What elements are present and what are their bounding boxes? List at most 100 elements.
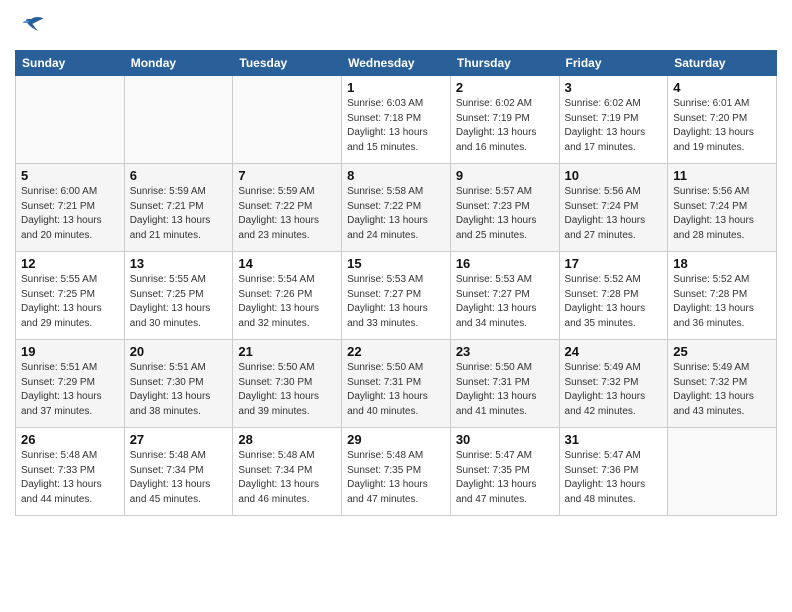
day-info: Sunrise: 6:00 AMSunset: 7:21 PMDaylight:… [21,185,119,243]
day-number: 20 [130,344,228,359]
day-info: Sunrise: 5:55 AMSunset: 7:25 PMDaylight:… [130,273,228,331]
day-number: 29 [347,432,445,447]
day-number: 22 [347,344,445,359]
day-number: 11 [673,168,771,183]
day-info: Sunrise: 5:48 AMSunset: 7:33 PMDaylight:… [21,449,119,507]
calendar-week-5: 26Sunrise: 5:48 AMSunset: 7:33 PMDayligh… [16,428,777,516]
header-wednesday: Wednesday [342,51,451,76]
day-info: Sunrise: 6:03 AMSunset: 7:18 PMDaylight:… [347,97,445,155]
day-info: Sunrise: 5:57 AMSunset: 7:23 PMDaylight:… [456,185,554,243]
calendar-cell: 6 Sunrise: 5:59 AMSunset: 7:21 PMDaylight… [124,164,233,252]
page-header [15,10,777,42]
day-number: 8 [347,168,445,183]
day-info: Sunrise: 5:52 AMSunset: 7:28 PMDaylight:… [673,273,771,331]
day-info: Sunrise: 5:52 AMSunset: 7:28 PMDaylight:… [565,273,663,331]
day-number: 1 [347,80,445,95]
day-info: Sunrise: 5:49 AMSunset: 7:32 PMDaylight:… [565,361,663,419]
header-saturday: Saturday [668,51,777,76]
day-info: Sunrise: 5:51 AMSunset: 7:30 PMDaylight:… [130,361,228,419]
calendar-cell [233,76,342,164]
day-number: 17 [565,256,663,271]
calendar-cell: 24 Sunrise: 5:49 AMSunset: 7:32 PMDayligh… [559,340,668,428]
day-info: Sunrise: 5:56 AMSunset: 7:24 PMDaylight:… [565,185,663,243]
day-number: 25 [673,344,771,359]
day-number: 7 [238,168,336,183]
day-info: Sunrise: 5:53 AMSunset: 7:27 PMDaylight:… [347,273,445,331]
day-number: 10 [565,168,663,183]
day-number: 21 [238,344,336,359]
header-thursday: Thursday [450,51,559,76]
day-number: 16 [456,256,554,271]
calendar-cell: 18 Sunrise: 5:52 AMSunset: 7:28 PMDayligh… [668,252,777,340]
day-number: 4 [673,80,771,95]
calendar-week-4: 19 Sunrise: 5:51 AMSunset: 7:29 PMDayligh… [16,340,777,428]
day-info: Sunrise: 6:02 AMSunset: 7:19 PMDaylight:… [565,97,663,155]
day-info: Sunrise: 5:48 AMSunset: 7:34 PMDaylight:… [238,449,336,507]
calendar-week-3: 12 Sunrise: 5:55 AMSunset: 7:25 PMDayligh… [16,252,777,340]
calendar-cell: 2 Sunrise: 6:02 AMSunset: 7:19 PMDaylight… [450,76,559,164]
calendar-cell: 23Sunrise: 5:50 AMSunset: 7:31 PMDayligh… [450,340,559,428]
day-number: 3 [565,80,663,95]
logo [15,15,45,42]
calendar-cell: 17 Sunrise: 5:52 AMSunset: 7:28 PMDayligh… [559,252,668,340]
header-tuesday: Tuesday [233,51,342,76]
calendar-cell: 30 Sunrise: 5:47 AMSunset: 7:35 PMDayligh… [450,428,559,516]
day-info: Sunrise: 5:51 AMSunset: 7:29 PMDaylight:… [21,361,119,419]
day-number: 18 [673,256,771,271]
day-number: 6 [130,168,228,183]
calendar-cell: 5 Sunrise: 6:00 AMSunset: 7:21 PMDaylight… [16,164,125,252]
day-info: Sunrise: 5:54 AMSunset: 7:26 PMDaylight:… [238,273,336,331]
day-info: Sunrise: 6:02 AMSunset: 7:19 PMDaylight:… [456,97,554,155]
calendar-cell: 21 Sunrise: 5:50 AMSunset: 7:30 PMDayligh… [233,340,342,428]
calendar-week-2: 5 Sunrise: 6:00 AMSunset: 7:21 PMDaylight… [16,164,777,252]
day-number: 28 [238,432,336,447]
calendar-cell [668,428,777,516]
day-info: Sunrise: 5:53 AMSunset: 7:27 PMDaylight:… [456,273,554,331]
calendar-cell: 26Sunrise: 5:48 AMSunset: 7:33 PMDayligh… [16,428,125,516]
day-info: Sunrise: 5:55 AMSunset: 7:25 PMDaylight:… [21,273,119,331]
day-number: 14 [238,256,336,271]
day-info: Sunrise: 5:50 AMSunset: 7:30 PMDaylight:… [238,361,336,419]
header-monday: Monday [124,51,233,76]
calendar-cell: 31 Sunrise: 5:47 AMSunset: 7:36 PMDayligh… [559,428,668,516]
day-number: 30 [456,432,554,447]
day-info: Sunrise: 5:48 AMSunset: 7:34 PMDaylight:… [130,449,228,507]
day-info: Sunrise: 5:48 AMSunset: 7:35 PMDaylight:… [347,449,445,507]
day-info: Sunrise: 5:56 AMSunset: 7:24 PMDaylight:… [673,185,771,243]
day-info: Sunrise: 5:47 AMSunset: 7:36 PMDaylight:… [565,449,663,507]
day-number: 31 [565,432,663,447]
day-number: 5 [21,168,119,183]
calendar-cell: 29 Sunrise: 5:48 AMSunset: 7:35 PMDayligh… [342,428,451,516]
day-number: 19 [21,344,119,359]
day-info: Sunrise: 5:50 AMSunset: 7:31 PMDaylight:… [347,361,445,419]
day-number: 15 [347,256,445,271]
day-number: 12 [21,256,119,271]
calendar-cell [124,76,233,164]
calendar-cell: 7Sunrise: 5:59 AMSunset: 7:22 PMDaylight… [233,164,342,252]
calendar-cell: 27 Sunrise: 5:48 AMSunset: 7:34 PMDayligh… [124,428,233,516]
day-info: Sunrise: 5:50 AMSunset: 7:31 PMDaylight:… [456,361,554,419]
calendar-cell: 22 Sunrise: 5:50 AMSunset: 7:31 PMDayligh… [342,340,451,428]
day-number: 2 [456,80,554,95]
calendar-cell: 1 Sunrise: 6:03 AMSunset: 7:18 PMDaylight… [342,76,451,164]
calendar-week-1: 1 Sunrise: 6:03 AMSunset: 7:18 PMDaylight… [16,76,777,164]
calendar-cell: 15 Sunrise: 5:53 AMSunset: 7:27 PMDayligh… [342,252,451,340]
calendar-cell: 25 Sunrise: 5:49 AMSunset: 7:32 PMDayligh… [668,340,777,428]
day-info: Sunrise: 5:58 AMSunset: 7:22 PMDaylight:… [347,185,445,243]
calendar-cell: 16 Sunrise: 5:53 AMSunset: 7:27 PMDayligh… [450,252,559,340]
calendar-cell: 8 Sunrise: 5:58 AMSunset: 7:22 PMDaylight… [342,164,451,252]
day-number: 9 [456,168,554,183]
day-info: Sunrise: 5:47 AMSunset: 7:35 PMDaylight:… [456,449,554,507]
calendar-cell: 13 Sunrise: 5:55 AMSunset: 7:25 PMDayligh… [124,252,233,340]
calendar-table: SundayMondayTuesdayWednesdayThursdayFrid… [15,50,777,516]
calendar-cell: 10 Sunrise: 5:56 AMSunset: 7:24 PMDayligh… [559,164,668,252]
calendar-cell: 19 Sunrise: 5:51 AMSunset: 7:29 PMDayligh… [16,340,125,428]
day-number: 13 [130,256,228,271]
day-number: 24 [565,344,663,359]
day-number: 27 [130,432,228,447]
day-info: Sunrise: 5:59 AMSunset: 7:21 PMDaylight:… [130,185,228,243]
calendar-header-row: SundayMondayTuesdayWednesdayThursdayFrid… [16,51,777,76]
day-info: Sunrise: 5:49 AMSunset: 7:32 PMDaylight:… [673,361,771,419]
calendar-cell: 11 Sunrise: 5:56 AMSunset: 7:24 PMDayligh… [668,164,777,252]
calendar-cell: 14 Sunrise: 5:54 AMSunset: 7:26 PMDayligh… [233,252,342,340]
